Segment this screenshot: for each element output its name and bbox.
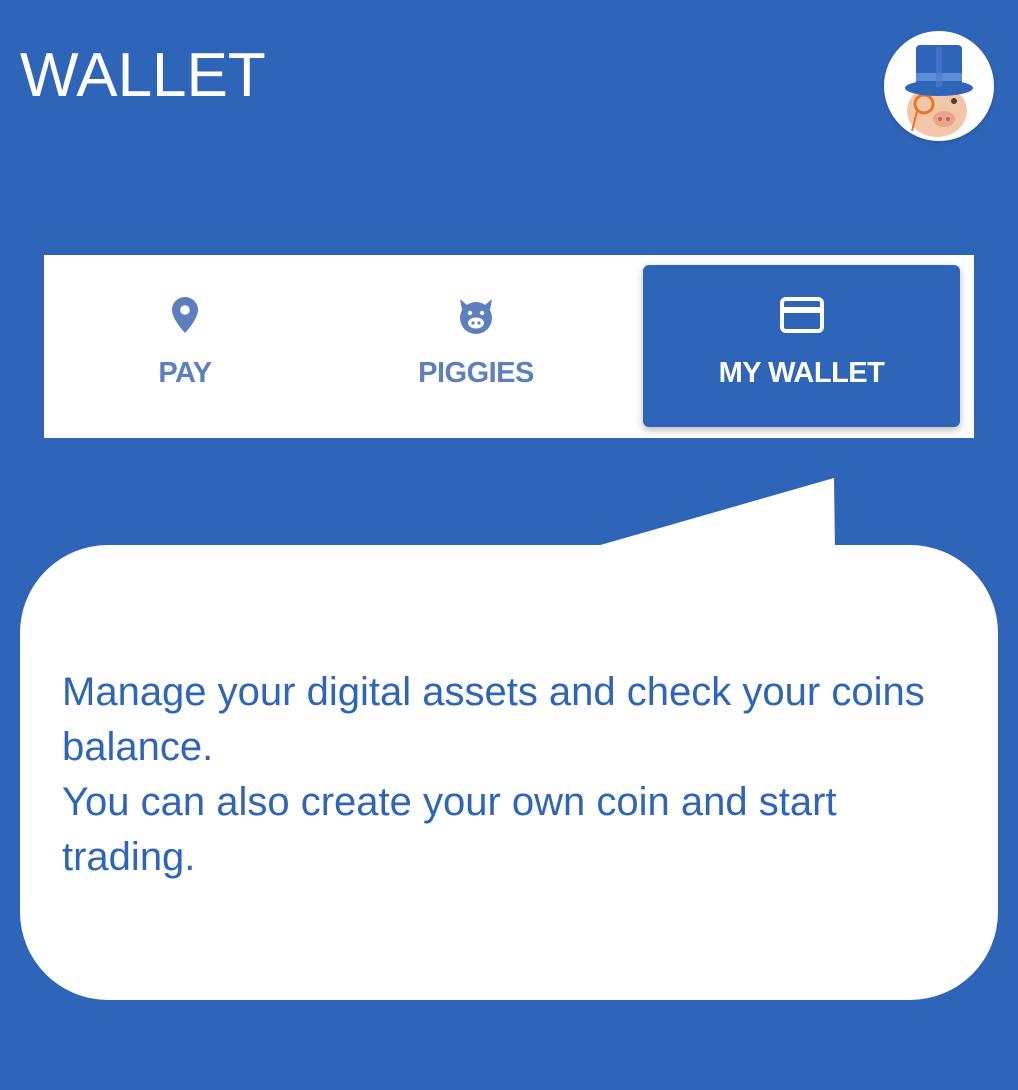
tooltip-text: Manage your digital assets and check you… bbox=[62, 665, 972, 885]
tooltip-line-2: You can also create your own coin and st… bbox=[62, 780, 837, 879]
tooltip-line-1: Manage your digital assets and check you… bbox=[62, 670, 925, 769]
